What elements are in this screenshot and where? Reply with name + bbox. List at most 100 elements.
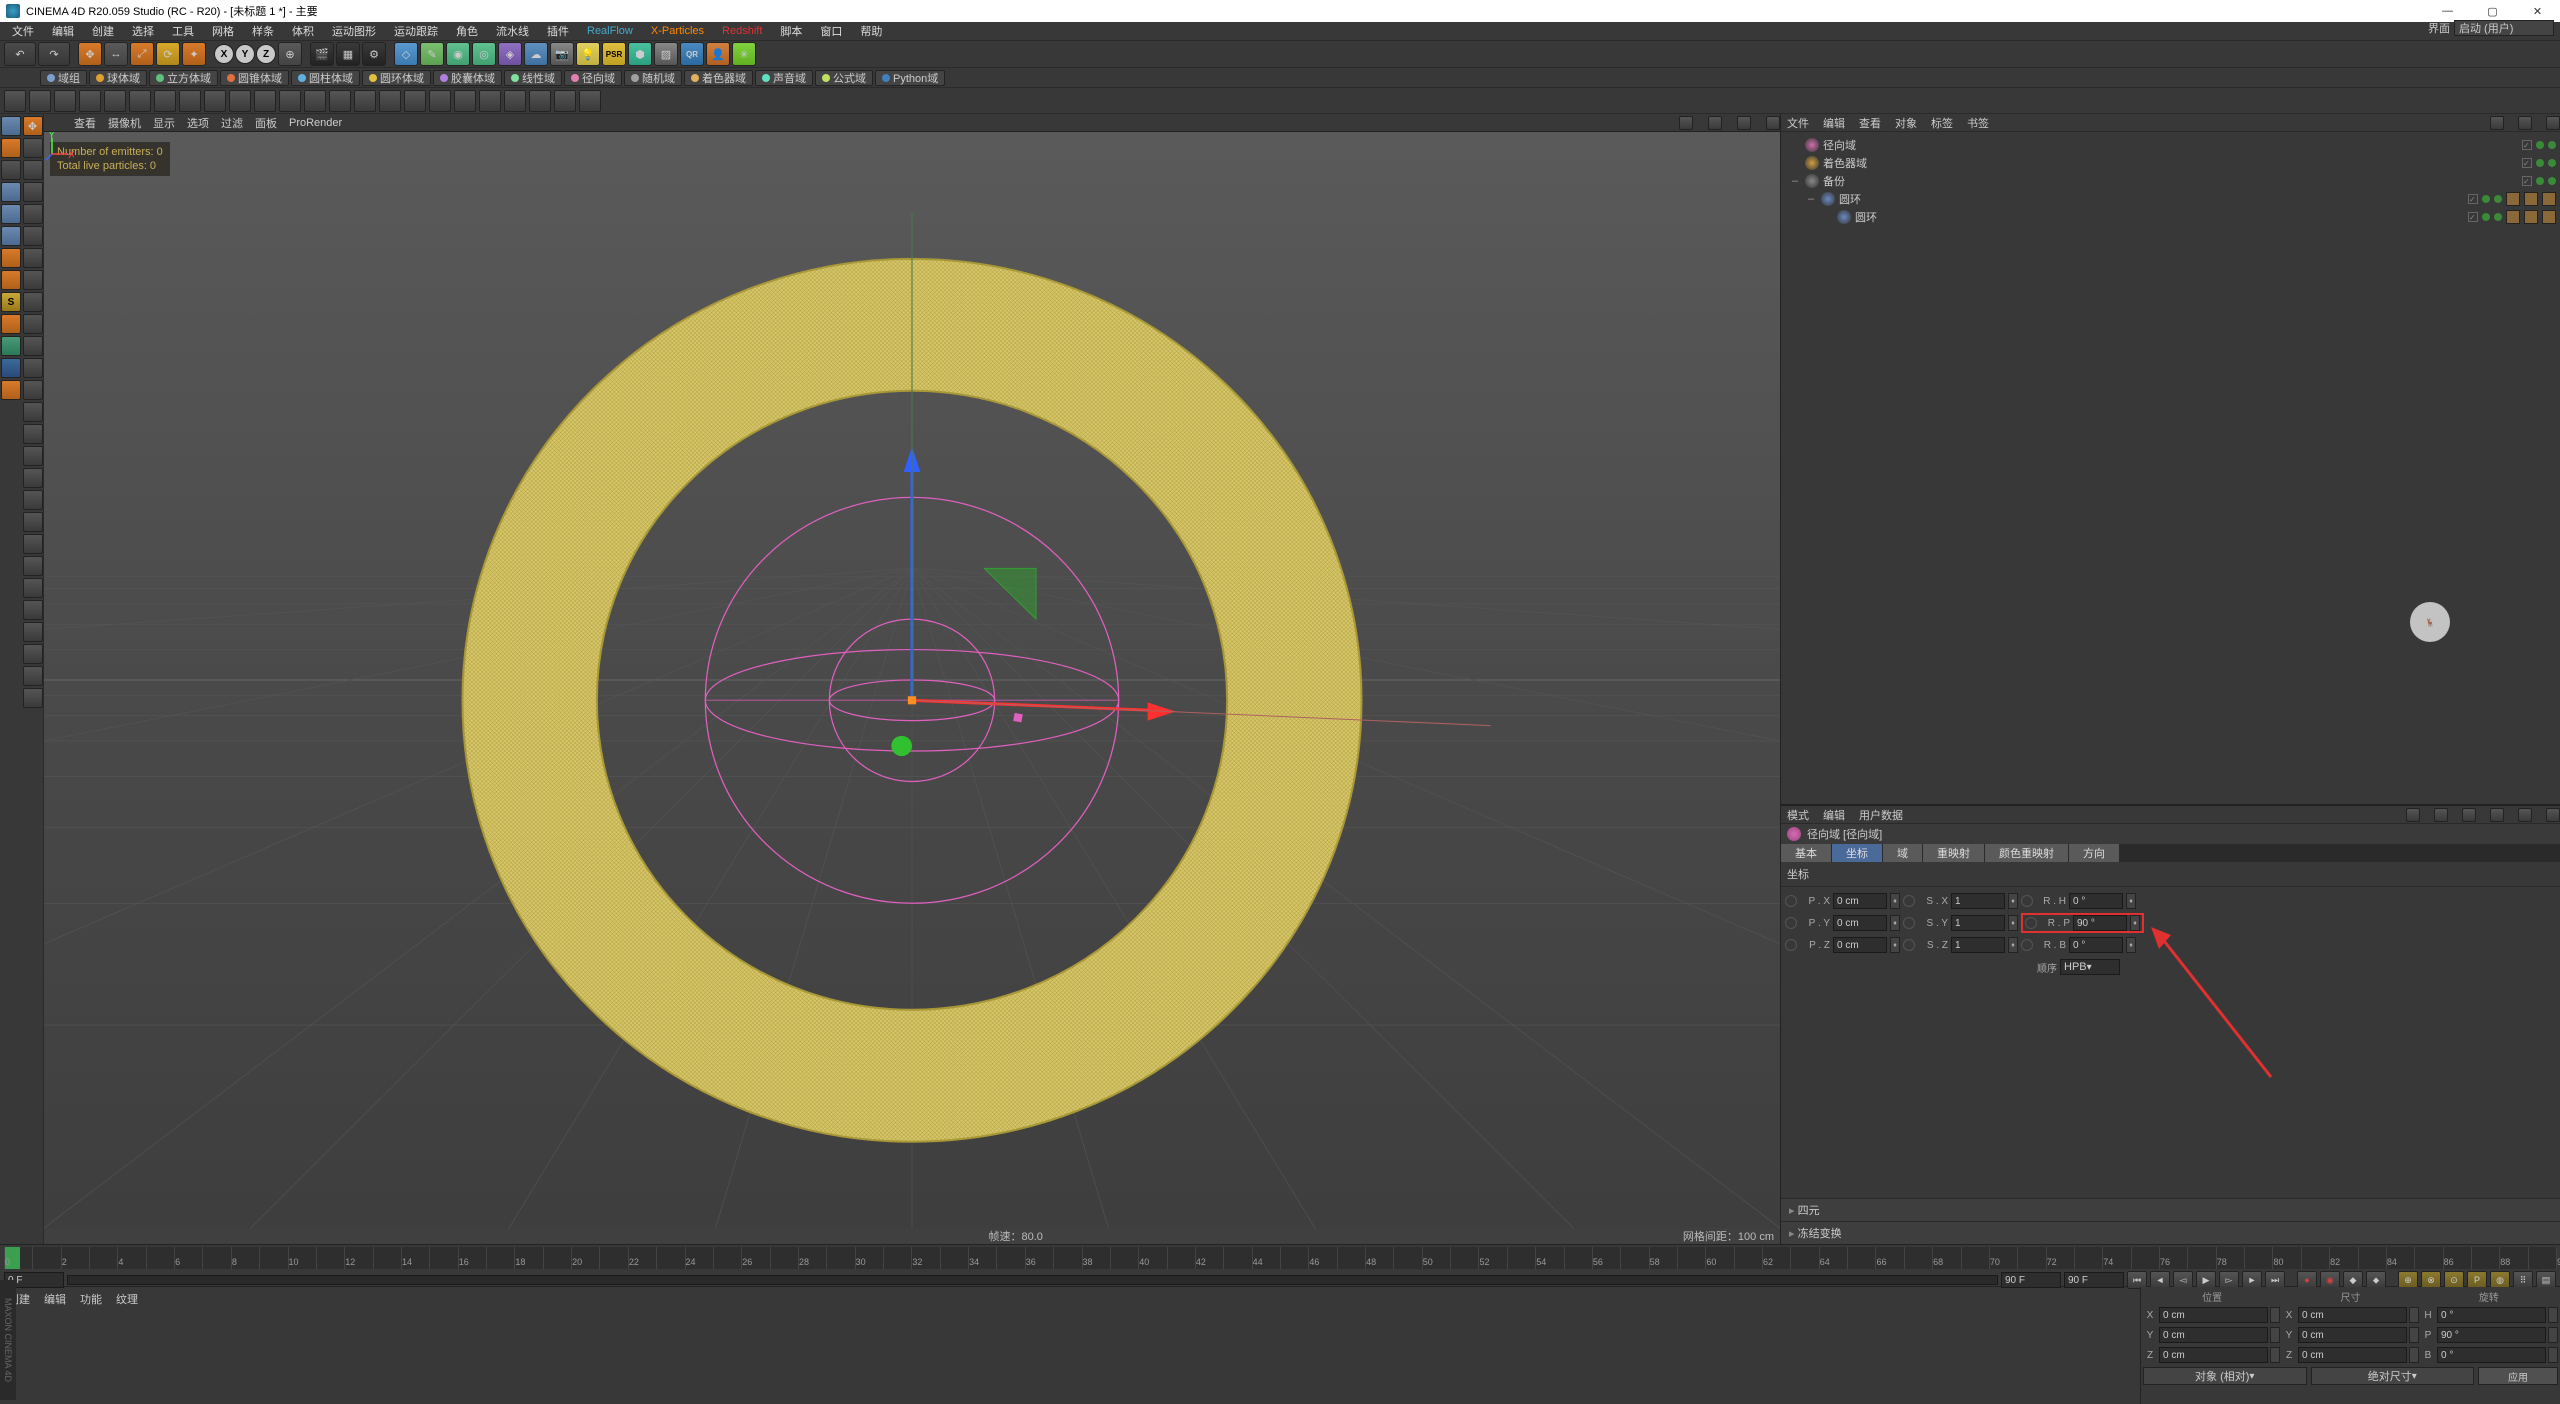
tool2-20[interactable] [504, 90, 526, 112]
tool2-5[interactable] [129, 90, 151, 112]
field-域组[interactable]: 域组 [40, 70, 87, 86]
object-tree[interactable]: 🦌 径向域✓着色器域✓–备份✓–圆环✓圆环✓ [1781, 132, 2560, 804]
menu-创建[interactable]: 创建 [84, 21, 122, 41]
guide-icon[interactable] [23, 402, 43, 422]
vp-menu-面板[interactable]: 面板 [255, 115, 277, 131]
field-随机域[interactable]: 随机域 [624, 70, 682, 86]
rot-p-input[interactable]: 90 ° [2073, 915, 2127, 931]
freeze-transform-expander[interactable]: 冻结变换 [1781, 1221, 2560, 1244]
apply-button[interactable]: 应用 [2478, 1367, 2558, 1385]
rect-select-icon[interactable] [23, 160, 43, 180]
point-mode[interactable] [1, 182, 21, 202]
pos-x-input[interactable]: 0 cm [1833, 893, 1887, 909]
coord-mode-select[interactable]: 对象 (相对) ▾ [2143, 1367, 2307, 1385]
lock-icon[interactable] [2518, 808, 2532, 822]
object-tag[interactable] [2524, 192, 2538, 206]
x-axis-lock[interactable]: X [214, 44, 234, 64]
up-icon[interactable] [2462, 808, 2476, 822]
coord-input[interactable]: 0 cm [2159, 1347, 2268, 1363]
redo-button[interactable]: ↷ [38, 42, 70, 66]
obj-row-圆环[interactable]: 圆环✓ [1785, 208, 2556, 226]
environment[interactable]: ☁ [524, 42, 548, 66]
pos-z-input[interactable]: 0 cm [1833, 937, 1887, 953]
path-icon[interactable] [23, 292, 43, 312]
structure-icon[interactable] [23, 534, 43, 554]
tool2-16[interactable] [404, 90, 426, 112]
generator[interactable]: ◉ [446, 42, 470, 66]
timeline-ruler[interactable]: 0246810121416182022242628303234363840424… [4, 1247, 2556, 1269]
attr-tab-坐标[interactable]: 坐标 [1832, 844, 1882, 862]
primitive-cube[interactable]: ◇ [394, 42, 418, 66]
tool2-12[interactable] [304, 90, 326, 112]
arrange-icon[interactable] [23, 490, 43, 510]
tool2-14[interactable] [354, 90, 376, 112]
scale-y-input[interactable]: 1 [1951, 915, 2005, 931]
stepper[interactable] [2270, 1327, 2280, 1343]
stepper[interactable] [2409, 1327, 2419, 1343]
coord-input[interactable]: 0 cm [2298, 1347, 2407, 1363]
lasso-icon[interactable] [23, 182, 43, 202]
object-tag[interactable] [2506, 192, 2520, 206]
light[interactable]: 💡 [576, 42, 600, 66]
nav4-icon[interactable] [1766, 116, 1780, 130]
tool2-15[interactable] [379, 90, 401, 112]
timeline-max-field[interactable]: 90 F [2064, 1272, 2124, 1288]
layout-dropdown[interactable]: 启动 (用户) [2454, 20, 2554, 36]
tool2-8[interactable] [204, 90, 226, 112]
coord-input[interactable]: 0 ° [2437, 1347, 2546, 1363]
tool2-3[interactable] [79, 90, 101, 112]
volume[interactable]: ▨ [654, 42, 678, 66]
coord-input[interactable]: 0 ° [2437, 1307, 2546, 1323]
menu-工具[interactable]: 工具 [164, 21, 202, 41]
coord-input[interactable]: 0 cm [2298, 1327, 2407, 1343]
qr-button[interactable]: QR [680, 42, 704, 66]
poly-mode[interactable] [1, 226, 21, 246]
vp-menu-ProRender[interactable]: ProRender [289, 117, 342, 129]
ring-icon[interactable] [23, 248, 43, 268]
coord-input[interactable]: 90 ° [2437, 1327, 2546, 1343]
tool2-23[interactable] [579, 90, 601, 112]
enable-axis[interactable] [1, 270, 21, 290]
tool2-6[interactable] [154, 90, 176, 112]
menu-窗口[interactable]: 窗口 [812, 21, 850, 41]
tool2-18[interactable] [454, 90, 476, 112]
obj-row-径向域[interactable]: 径向域✓ [1785, 136, 2556, 154]
eye-icon[interactable] [2518, 116, 2532, 130]
menu-x-particles[interactable]: X-Particles [643, 23, 712, 39]
stepper[interactable] [2409, 1347, 2419, 1363]
menu-realflow[interactable]: RealFlow [579, 23, 641, 39]
hair-icon[interactable] [23, 578, 43, 598]
coord-input[interactable]: 0 cm [2159, 1307, 2268, 1323]
tool2-1[interactable] [29, 90, 51, 112]
attr-tab-重映射[interactable]: 重映射 [1923, 844, 1984, 862]
mat-menu-编辑[interactable]: 编辑 [44, 1291, 66, 1400]
character[interactable]: 👤 [706, 42, 730, 66]
menu-编辑[interactable]: 编辑 [44, 21, 82, 41]
attr-tab-域[interactable]: 域 [1883, 844, 1922, 862]
tool2-17[interactable] [429, 90, 451, 112]
measure-icon[interactable] [23, 424, 43, 444]
z-axis-lock[interactable]: Z [256, 44, 276, 64]
menu-样条[interactable]: 样条 [244, 21, 282, 41]
render-view[interactable]: 🎬 [310, 42, 334, 66]
y-axis-lock[interactable]: Y [235, 44, 255, 64]
nav3-icon[interactable] [1737, 116, 1751, 130]
tool2-19[interactable] [479, 90, 501, 112]
field-胶囊体域[interactable]: 胶囊体域 [433, 70, 502, 86]
menu-插件[interactable]: 插件 [539, 21, 577, 41]
stepper[interactable] [2409, 1307, 2419, 1323]
coord-input[interactable]: 0 cm [2159, 1327, 2268, 1343]
last-tool[interactable]: ✦ [182, 42, 206, 66]
quantize-icon[interactable] [23, 358, 43, 378]
menu-流水线[interactable]: 流水线 [488, 21, 537, 41]
stepper[interactable] [2548, 1307, 2558, 1323]
tool2-2[interactable] [54, 90, 76, 112]
tool2-11[interactable] [279, 90, 301, 112]
edge-mode[interactable] [1, 204, 21, 224]
coord-input[interactable]: 0 cm [2298, 1307, 2407, 1323]
obj-menu-文件[interactable]: 文件 [1787, 115, 1809, 131]
nav2-icon[interactable] [1708, 116, 1722, 130]
mograph[interactable]: ⬢ [628, 42, 652, 66]
locked[interactable] [1, 380, 21, 400]
attr-menu-模式[interactable]: 模式 [1787, 807, 1809, 823]
